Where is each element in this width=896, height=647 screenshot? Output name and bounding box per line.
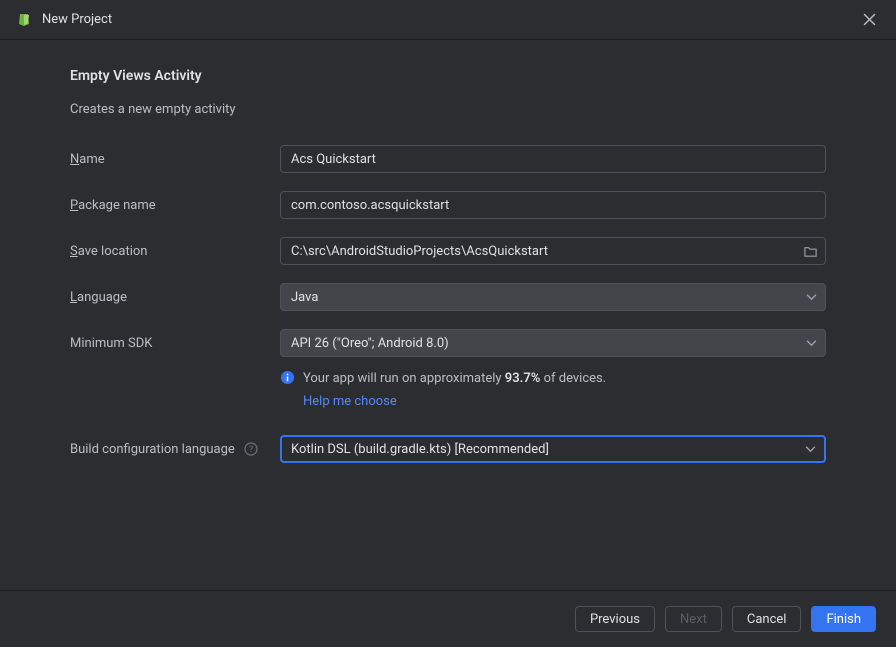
previous-button[interactable]: Previous xyxy=(575,606,655,632)
name-row: Name xyxy=(70,145,826,173)
name-label: Name xyxy=(70,152,280,167)
browse-folder-button[interactable] xyxy=(803,244,818,259)
next-button: Next xyxy=(665,606,722,632)
android-studio-icon xyxy=(16,12,32,28)
language-value: Java xyxy=(291,290,318,305)
titlebar-left: New Project xyxy=(16,12,112,28)
min-sdk-label: Minimum SDK xyxy=(70,336,280,351)
min-sdk-row: Minimum SDK API 26 ("Oreo"; Android 8.0) xyxy=(70,329,826,357)
build-config-label: Build configuration language ? xyxy=(70,442,280,457)
folder-icon xyxy=(803,244,818,259)
package-row: Package name xyxy=(70,191,826,219)
cancel-button[interactable]: Cancel xyxy=(732,606,802,632)
save-location-input[interactable] xyxy=(280,237,826,265)
window-title: New Project xyxy=(42,12,112,27)
page-description: Creates a new empty activity xyxy=(70,102,826,117)
close-button[interactable] xyxy=(859,9,880,30)
chevron-down-icon xyxy=(805,444,816,455)
language-select[interactable]: Java xyxy=(280,283,826,311)
page-title: Empty Views Activity xyxy=(70,68,826,84)
save-location-label: Save location xyxy=(70,244,280,259)
content-area: Empty Views Activity Creates a new empty… xyxy=(0,40,896,590)
chevron-down-icon xyxy=(806,292,817,303)
save-location-row: Save location xyxy=(70,237,826,265)
finish-button[interactable]: Finish xyxy=(811,606,876,632)
help-me-choose-link[interactable]: Help me choose xyxy=(303,392,397,412)
package-label: Package name xyxy=(70,198,280,213)
close-icon xyxy=(863,13,876,26)
build-config-value: Kotlin DSL (build.gradle.kts) [Recommend… xyxy=(291,442,549,457)
help-icon[interactable]: ? xyxy=(244,442,258,456)
svg-text:?: ? xyxy=(249,445,253,455)
chevron-down-icon xyxy=(806,338,817,349)
build-config-row: Build configuration language ? Kotlin DS… xyxy=(70,435,826,463)
info-text: Your app will run on approximately 93.7%… xyxy=(303,369,606,411)
min-sdk-select[interactable]: API 26 ("Oreo"; Android 8.0) xyxy=(280,329,826,357)
language-label: Language xyxy=(70,290,280,305)
package-input[interactable] xyxy=(280,191,826,219)
min-sdk-value: API 26 ("Oreo"; Android 8.0) xyxy=(291,336,449,351)
titlebar: New Project xyxy=(0,0,896,40)
info-icon xyxy=(280,370,295,389)
language-row: Language Java xyxy=(70,283,826,311)
footer: Previous Next Cancel Finish xyxy=(0,590,896,647)
name-input[interactable] xyxy=(280,145,826,173)
sdk-info: Your app will run on approximately 93.7%… xyxy=(280,369,826,411)
build-config-select[interactable]: Kotlin DSL (build.gradle.kts) [Recommend… xyxy=(280,435,826,463)
